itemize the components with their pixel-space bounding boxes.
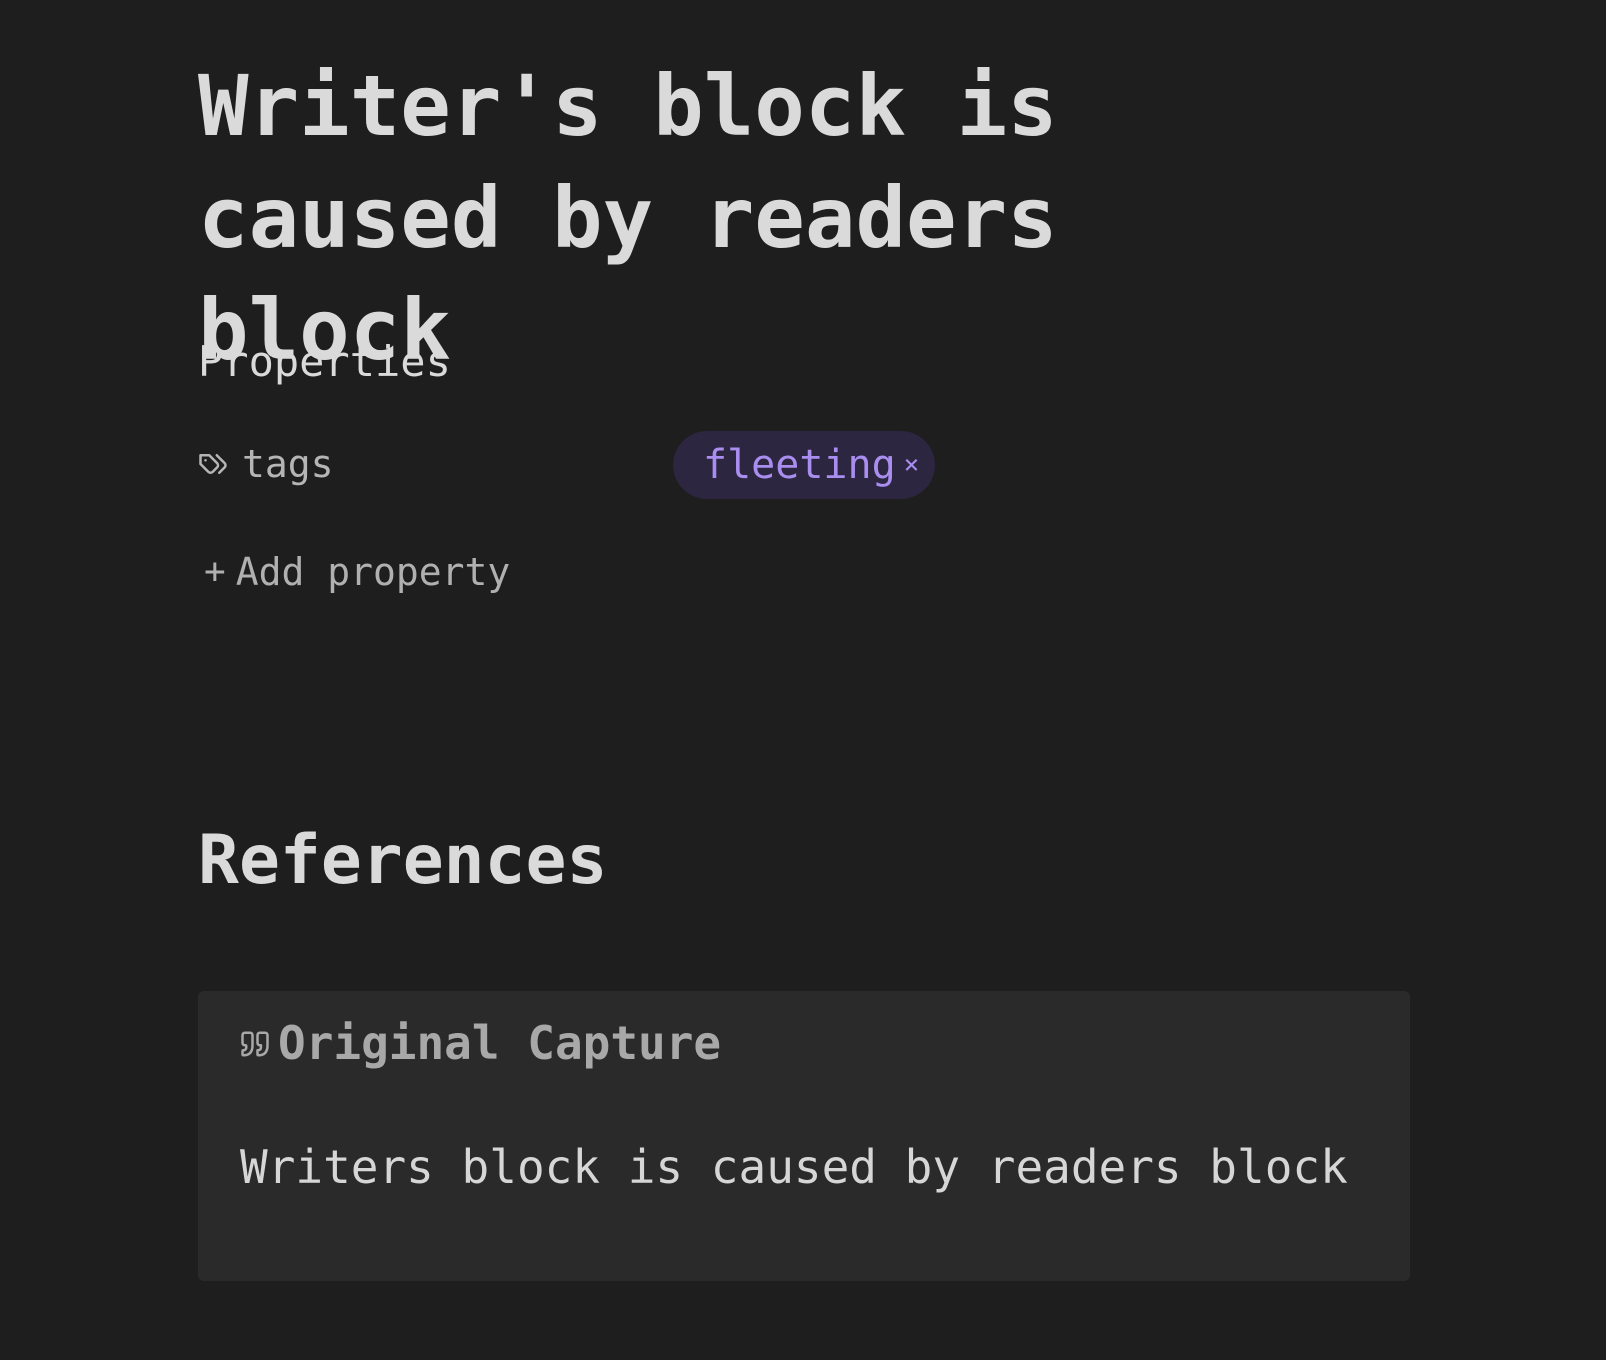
property-row-tags: tags fleeting × — [198, 431, 1348, 501]
add-property-button[interactable]: + Add property — [204, 545, 510, 599]
property-key-label: tags — [242, 442, 334, 486]
callout-title: Original Capture — [240, 1013, 721, 1073]
callout-title-text: Original Capture — [278, 1016, 722, 1070]
tag-pill-fleeting[interactable]: fleeting × — [673, 431, 936, 499]
add-property-label: Add property — [235, 550, 511, 594]
quote-callout[interactable]: Original Capture Writers block is caused… — [198, 991, 1410, 1281]
properties-heading: Properties — [198, 337, 451, 386]
tags-icon — [198, 449, 228, 479]
plus-icon: + — [204, 551, 226, 592]
callout-body: Writers block is caused by readers block — [240, 1140, 1348, 1194]
remove-tag-icon[interactable]: × — [904, 431, 920, 499]
tag-label[interactable]: fleeting — [703, 431, 896, 499]
property-key-tags[interactable]: tags — [198, 439, 334, 489]
quote-icon — [240, 1013, 270, 1073]
references-heading: References — [198, 821, 608, 900]
